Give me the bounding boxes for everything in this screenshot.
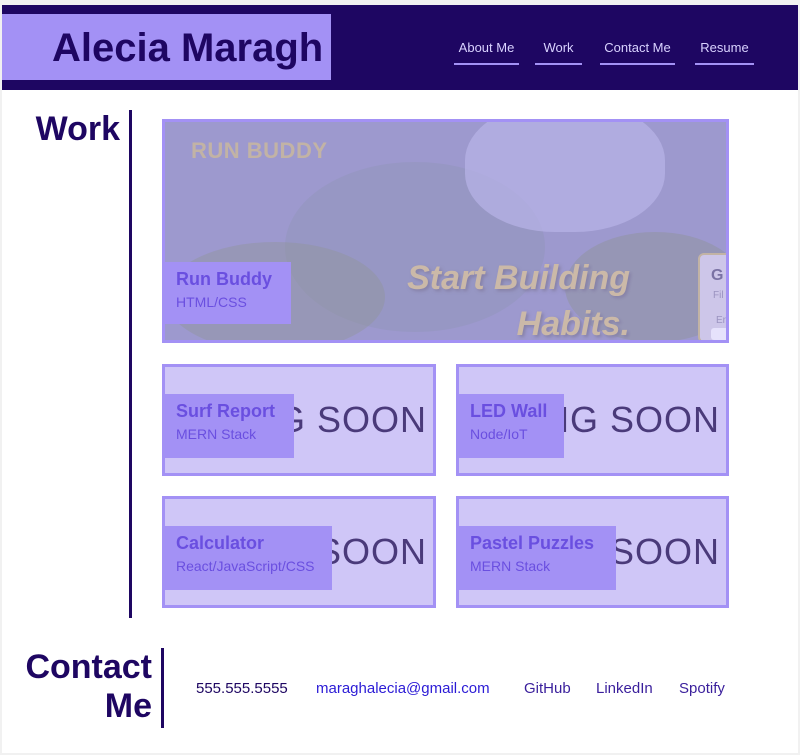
nav-link-resume[interactable]: Resume [695, 40, 754, 65]
contact-email-link[interactable]: maraghalecia@gmail.com [316, 680, 490, 697]
contact-title: Contact Me [10, 648, 152, 726]
work-divider [129, 110, 132, 618]
project-label: Pastel Puzzles MERN Stack [459, 526, 616, 590]
contact-title-line1: Contact [25, 648, 152, 686]
coming-soon-text: SOON [316, 531, 427, 572]
nav-link-work[interactable]: Work [535, 40, 582, 65]
project-title: Surf Report [176, 401, 275, 421]
contact-title-line2: Me [104, 687, 152, 726]
project-label: LED Wall Node/IoT [459, 394, 564, 458]
project-title: Pastel Puzzles [470, 533, 595, 553]
coming-soon-text: NG SOON [542, 399, 720, 440]
contact-link-linkedin[interactable]: LinkedIn [596, 680, 653, 697]
project-card-calculator[interactable]: SOON Calculator React/JavaScript/CSS [162, 496, 436, 608]
name-box: Alecia Maragh [2, 14, 331, 80]
project-tech: React/JavaScript/CSS [176, 558, 315, 574]
project-label: Surf Report MERN Stack [165, 394, 294, 458]
project-card-pastel-puzzles[interactable]: SOON Pastel Puzzles MERN Stack [456, 496, 729, 608]
contact-link-github[interactable]: GitHub [524, 680, 571, 697]
nav-link-about-me[interactable]: About Me [454, 40, 519, 65]
site-name: Alecia Maragh [52, 26, 324, 70]
coming-soon-text: G SOON [276, 399, 427, 440]
nav-link-contact-me[interactable]: Contact Me [600, 40, 675, 65]
contact-phone: 555.555.5555 [196, 680, 288, 697]
project-tech: MERN Stack [470, 558, 551, 574]
project-label: Calculator React/JavaScript/CSS [165, 526, 332, 590]
frame-left [0, 0, 2, 755]
project-title: Calculator [176, 533, 265, 553]
project-tech: MERN Stack [176, 426, 257, 442]
project-label: Run Buddy HTML/CSS [165, 262, 291, 324]
project-card-led-wall[interactable]: NG SOON LED Wall Node/IoT [456, 364, 729, 476]
coming-soon-text: SOON [609, 531, 720, 572]
project-card-surf-report[interactable]: G SOON Surf Report MERN Stack [162, 364, 436, 476]
project-tech: HTML/CSS [176, 294, 247, 310]
contact-link-spotify[interactable]: Spotify [679, 680, 725, 697]
project-title: LED Wall [470, 401, 548, 421]
contact-divider [161, 648, 164, 728]
project-card-run-buddy[interactable]: RUN BUDDY Start Building Habits. G Fil E… [162, 119, 729, 343]
work-title: Work [35, 110, 120, 148]
site-header: Alecia Maragh About Me Work Contact Me R… [2, 5, 798, 90]
project-title: Run Buddy [176, 269, 272, 289]
project-tech: Node/IoT [470, 426, 528, 442]
